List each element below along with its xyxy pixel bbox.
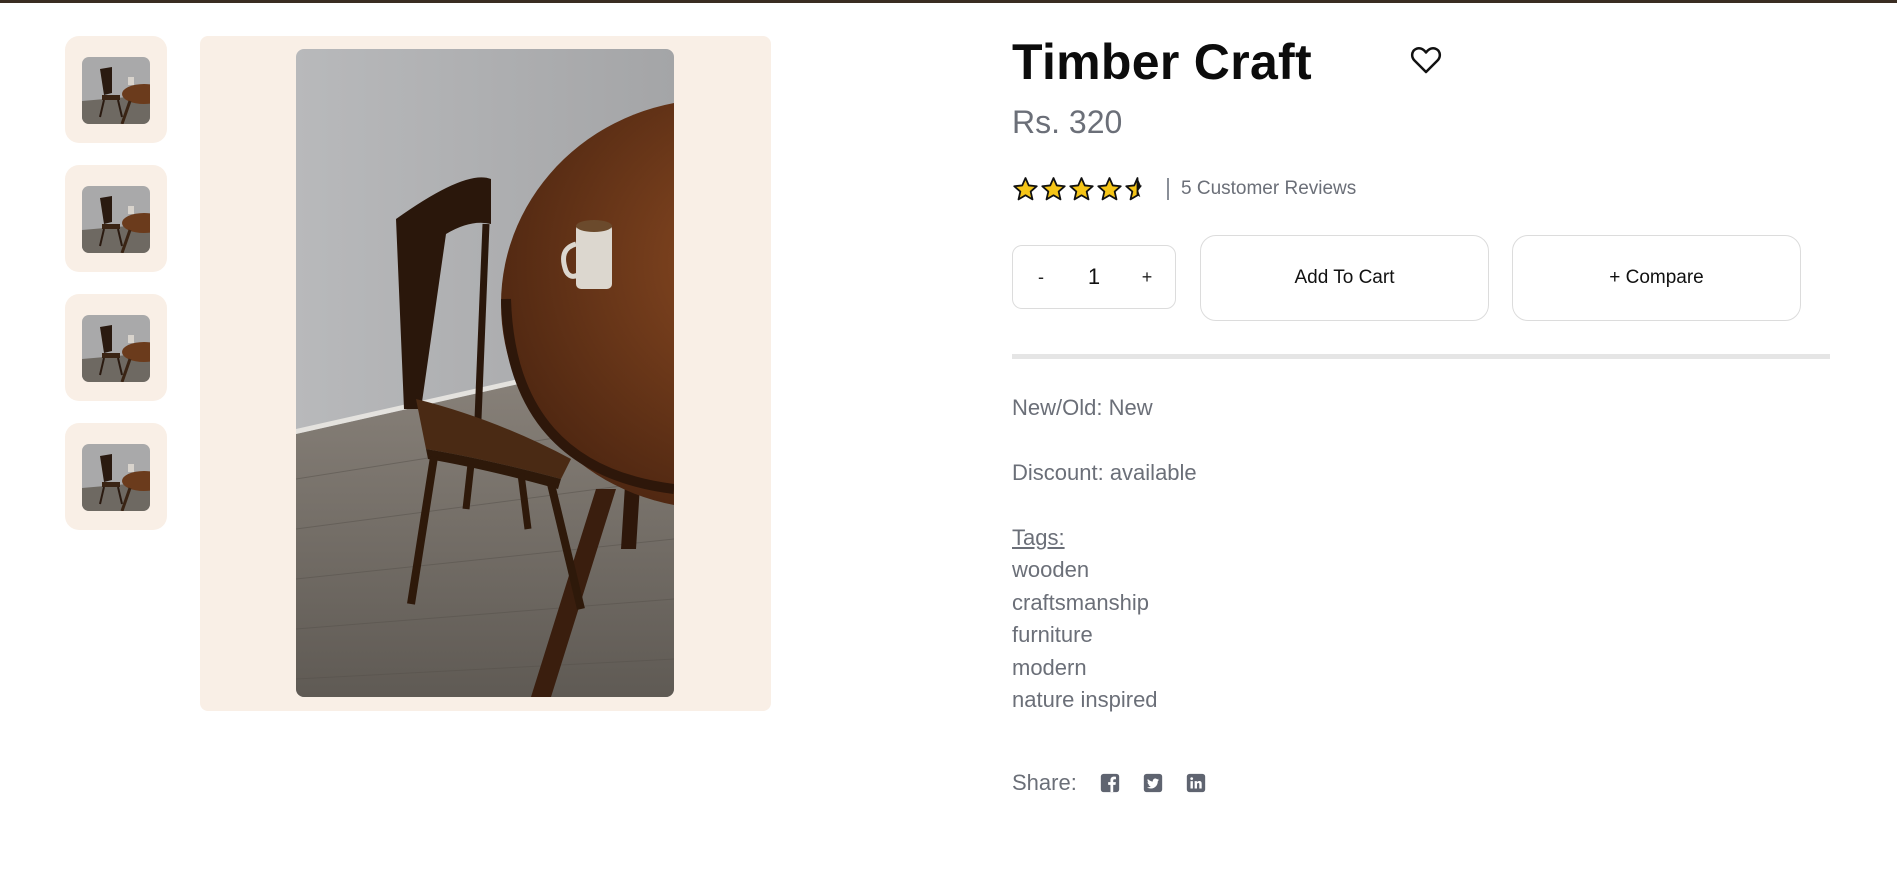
twitter-icon[interactable] xyxy=(1142,772,1164,794)
section-divider xyxy=(1012,354,1830,359)
linkedin-icon[interactable] xyxy=(1185,772,1207,794)
top-border xyxy=(0,0,1897,3)
condition-text: New/Old: New xyxy=(1012,395,1153,420)
rating-row: 5 Customer Reviews xyxy=(1012,174,1356,204)
thumbnail-2[interactable] xyxy=(65,165,167,272)
tag-list: wooden craftsmanship furniture modern na… xyxy=(1012,554,1158,717)
tags-label: Tags: xyxy=(1012,525,1065,550)
quantity-value[interactable]: 1 xyxy=(1088,264,1100,290)
tag-item[interactable]: wooden xyxy=(1012,554,1158,587)
share-row: Share: xyxy=(1012,770,1228,796)
thumbnail-list xyxy=(65,36,167,552)
product-title: Timber Craft xyxy=(1012,34,1312,90)
main-image-panel xyxy=(200,36,771,711)
reviews-link[interactable]: 5 Customer Reviews xyxy=(1181,178,1356,200)
thumbnail-4[interactable] xyxy=(65,423,167,530)
star-rating xyxy=(1012,176,1151,203)
thumbnail-1[interactable] xyxy=(65,36,167,143)
quantity-stepper: - 1 + xyxy=(1012,245,1176,309)
rating-divider xyxy=(1167,178,1169,200)
thumbnail-image xyxy=(82,57,150,124)
star-full-icon xyxy=(1097,176,1122,200)
thumbnail-image xyxy=(82,444,150,511)
heart-icon[interactable] xyxy=(1410,44,1442,76)
star-full-icon xyxy=(1041,176,1066,200)
thumbnail-3[interactable] xyxy=(65,294,167,401)
quantity-decrease-button[interactable]: - xyxy=(1031,267,1051,288)
compare-button[interactable]: + Compare xyxy=(1512,235,1801,321)
facebook-icon[interactable] xyxy=(1099,772,1121,794)
star-full-icon xyxy=(1013,176,1038,200)
product-price: Rs. 320 xyxy=(1012,104,1123,140)
thumbnail-image xyxy=(82,186,150,253)
tag-item[interactable]: nature inspired xyxy=(1012,684,1158,717)
star-half-icon xyxy=(1125,176,1142,200)
quantity-increase-button[interactable]: + xyxy=(1137,267,1157,288)
add-to-cart-button[interactable]: Add To Cart xyxy=(1200,235,1489,321)
star-full-icon xyxy=(1069,176,1094,200)
tag-item[interactable]: modern xyxy=(1012,652,1158,685)
share-label: Share: xyxy=(1012,770,1077,795)
discount-text: Discount: available xyxy=(1012,460,1197,485)
tag-item[interactable]: furniture xyxy=(1012,619,1158,652)
main-product-image xyxy=(296,49,674,697)
thumbnail-image xyxy=(82,315,150,382)
tag-item[interactable]: craftsmanship xyxy=(1012,587,1158,620)
